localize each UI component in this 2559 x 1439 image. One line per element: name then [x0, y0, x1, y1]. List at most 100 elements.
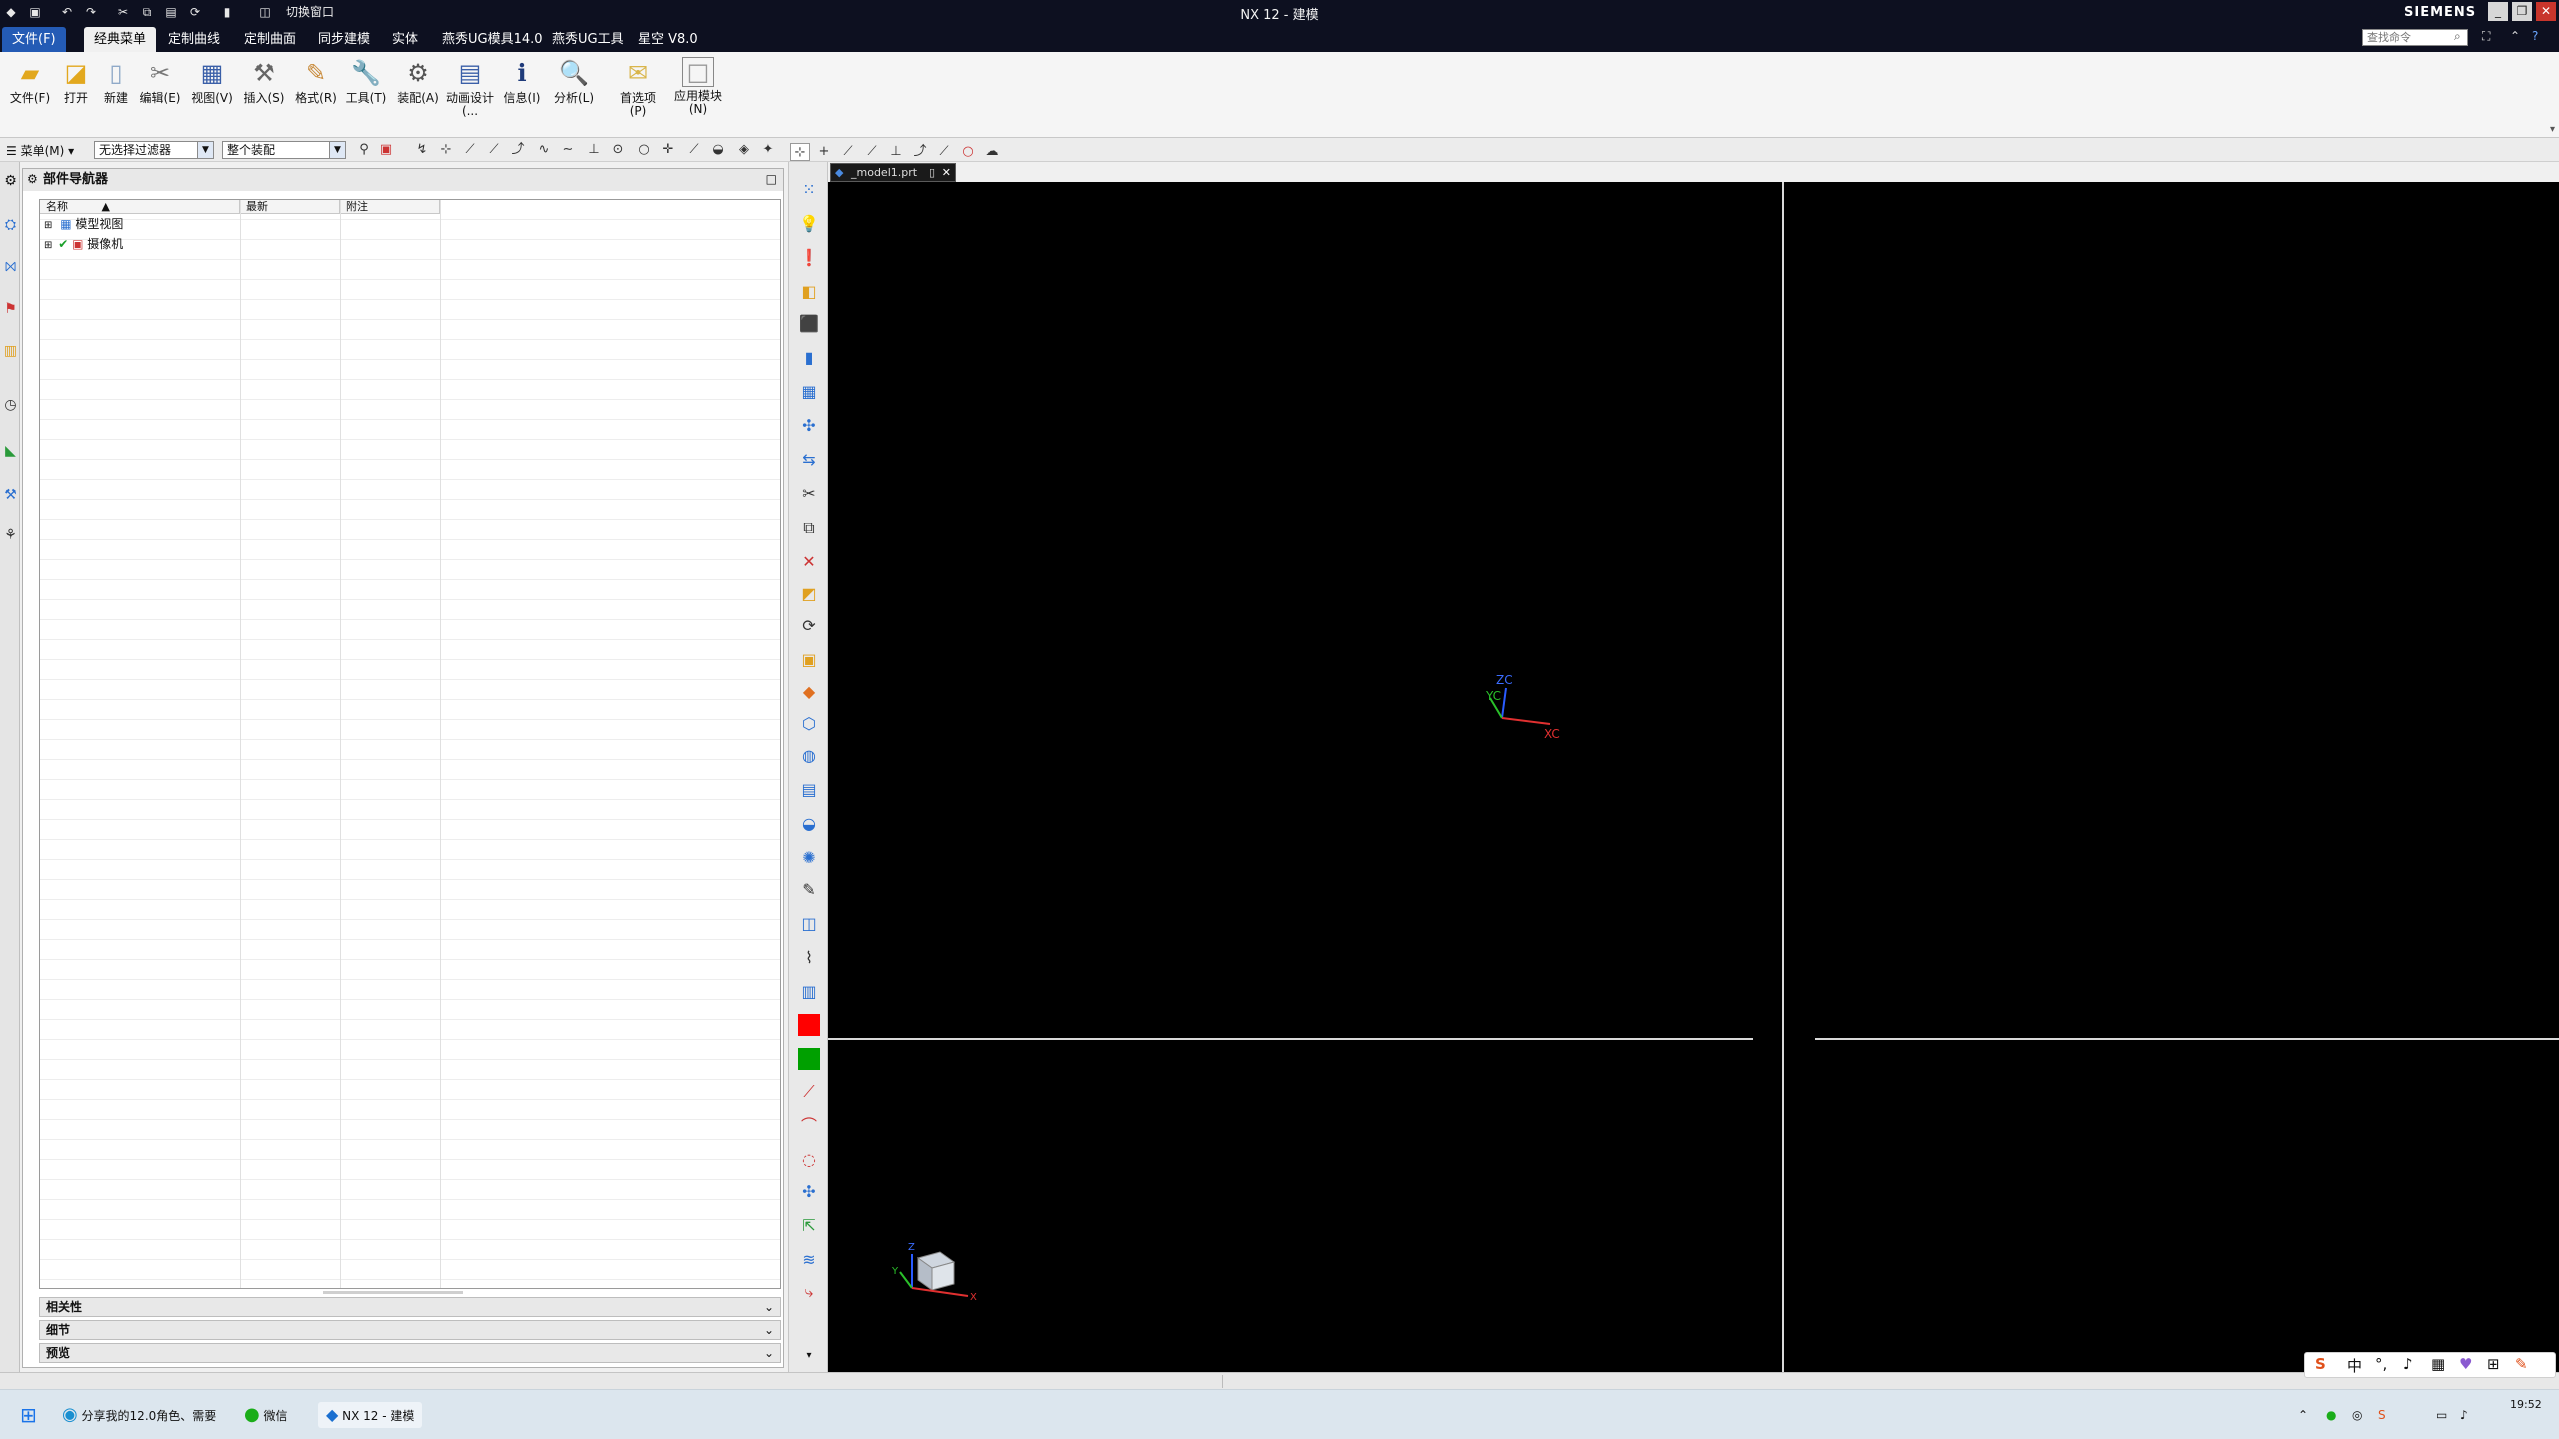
- navigator-settings-icon[interactable]: ⚙: [27, 172, 38, 186]
- extract-curve-icon[interactable]: ⇱: [797, 1214, 821, 1238]
- column-header-uptodate[interactable]: 最新: [240, 200, 340, 214]
- document-tab[interactable]: ◆ _model1.prt ▯ ✕: [830, 163, 956, 182]
- snap-point-icon[interactable]: ⊹: [436, 141, 456, 159]
- snap-point-toggle-icon[interactable]: ⊹: [790, 143, 810, 161]
- line-icon[interactable]: ⟋: [797, 1080, 821, 1104]
- bridge-curve-icon[interactable]: ⤷: [797, 1280, 821, 1304]
- select-all-icon[interactable]: ▣: [376, 141, 396, 159]
- toolbar-more-icon[interactable]: ▾: [797, 1344, 821, 1368]
- tray-speaker-icon[interactable]: ♪: [2460, 1402, 2468, 1428]
- circle-snap-icon[interactable]: ○: [958, 143, 978, 161]
- skin-icon[interactable]: ♥: [2459, 1355, 2472, 1373]
- color-red-icon[interactable]: [798, 1014, 820, 1036]
- ribbon-options-icon[interactable]: ▾: [2550, 124, 2555, 135]
- view-divider-horizontal-right[interactable]: [1815, 1038, 2559, 1040]
- taskbar-item-nx[interactable]: ◆ NX 12 - 建模: [318, 1402, 423, 1428]
- cloud-snap-icon[interactable]: ☁: [982, 143, 1002, 161]
- blend-icon[interactable]: ✺: [797, 846, 821, 870]
- toolbox-icon[interactable]: ⊞: [2487, 1355, 2500, 1373]
- trim-icon[interactable]: ✂: [797, 482, 821, 506]
- plus-icon[interactable]: +: [814, 143, 834, 161]
- mid-point-icon[interactable]: ⟋: [484, 141, 504, 159]
- surface-point-icon[interactable]: ◒: [708, 141, 728, 159]
- tray-network-icon[interactable]: ◎: [2352, 1402, 2362, 1428]
- ribbon-analysis-button[interactable]: 🔍 分析(L): [548, 57, 600, 105]
- tube-icon[interactable]: ◍: [797, 744, 821, 768]
- maximize-panel-icon[interactable]: □: [766, 172, 777, 186]
- close-icon[interactable]: ✕: [2536, 2, 2556, 21]
- ribbon-insert-button[interactable]: ⚒ 插入(S): [238, 57, 290, 105]
- search-icon[interactable]: ⌕: [2454, 29, 2468, 45]
- snap-icon[interactable]: ↯: [412, 141, 432, 159]
- assembly-navigator-icon[interactable]: ⛭: [2, 212, 19, 238]
- graphics-viewport[interactable]: ZC YC XC Z Y X: [828, 182, 2559, 1372]
- ribbon-animation-button[interactable]: ▤ 动画设计(...: [444, 57, 496, 118]
- chinese-mode-icon[interactable]: 中: [2347, 1355, 2362, 1376]
- tab-sync-modeling[interactable]: 同步建模: [308, 27, 380, 52]
- section-icon[interactable]: ▥: [797, 980, 821, 1004]
- tree-row-camera[interactable]: ⊞ ✔ ▣ 摄像机: [40, 234, 240, 254]
- tab-classic-menu[interactable]: 经典菜单: [84, 27, 157, 52]
- arc-center-icon[interactable]: ⊙: [608, 141, 628, 159]
- plus-point-icon[interactable]: ✛: [658, 141, 678, 159]
- microphone-icon[interactable]: ♪: [2403, 1355, 2413, 1373]
- column-header-note[interactable]: 附注: [340, 200, 440, 214]
- reuse-library-icon[interactable]: ▥: [2, 338, 19, 364]
- view-divider-horizontal-left[interactable]: [828, 1038, 1753, 1040]
- block-icon[interactable]: ⬛: [797, 312, 821, 336]
- tab-custom-surface[interactable]: 定制曲面: [234, 27, 306, 52]
- ribbon-edit-button[interactable]: ✂ 编辑(E): [134, 57, 186, 105]
- sweep-icon[interactable]: ⟳: [797, 614, 821, 638]
- system-materials-icon[interactable]: ◣: [2, 438, 19, 464]
- tree-row-model-views[interactable]: ⊞ ▦ 模型视图: [40, 214, 240, 234]
- taskbar-clock[interactable]: 19:52: [2510, 1398, 2542, 1424]
- section-dependencies[interactable]: 相关性 ⌄: [39, 1297, 781, 1317]
- scope-select[interactable]: 整个装配 ▼: [222, 141, 346, 159]
- tab-solid[interactable]: 实体: [382, 27, 428, 52]
- mirror-icon[interactable]: ⇆: [797, 448, 821, 472]
- color-green-icon[interactable]: [798, 1048, 820, 1070]
- menu-button[interactable]: ☰ 菜单(M) ▾: [6, 142, 74, 159]
- surface-icon[interactable]: ◫: [797, 912, 821, 936]
- box-icon[interactable]: ◧: [797, 280, 821, 304]
- sogou-logo-icon[interactable]: S: [2315, 1355, 2326, 1373]
- section-details[interactable]: 细节 ⌄: [39, 1320, 781, 1340]
- tangent-icon[interactable]: ⤴: [910, 143, 930, 161]
- windows-start-icon[interactable]: ⊞: [20, 1402, 37, 1428]
- delete-face-icon[interactable]: ✕: [797, 550, 821, 574]
- tab-xingkong[interactable]: 星空 V8.0: [628, 27, 708, 52]
- extrude-icon[interactable]: ▣: [797, 648, 821, 672]
- line-point-icon[interactable]: ⟋: [684, 141, 704, 159]
- taskbar-item-wechat[interactable]: ● 微信: [244, 1402, 288, 1428]
- ribbon-preferences-button[interactable]: ✉ 首选项(P): [612, 57, 664, 118]
- process-studio-icon[interactable]: ⚒: [2, 482, 19, 508]
- history-icon[interactable]: ◷: [2, 392, 19, 418]
- type-filter-select[interactable]: 无选择过滤器 ▼: [94, 141, 214, 159]
- column-header-name[interactable]: 名称 ▲: [40, 200, 240, 214]
- restore-icon[interactable]: ❐: [2512, 2, 2532, 21]
- ribbon-file-button[interactable]: ▰ 文件(F): [4, 57, 56, 105]
- end-point-icon[interactable]: ⟋: [460, 141, 480, 159]
- command-search-input[interactable]: [2362, 29, 2468, 46]
- pattern-icon[interactable]: ▦: [797, 380, 821, 404]
- thicken-icon[interactable]: ▤: [797, 778, 821, 802]
- offset-curve-icon[interactable]: ≋: [797, 1248, 821, 1272]
- roles-icon[interactable]: ⚘: [2, 522, 19, 548]
- expand-icon[interactable]: ⊞: [44, 240, 52, 251]
- tab-yanxiu-tools[interactable]: 燕秀UG工具: [542, 27, 634, 52]
- tray-ime-icon[interactable]: S: [2378, 1402, 2386, 1428]
- grid-icon[interactable]: ⁙: [797, 178, 821, 202]
- tray-overflow-icon[interactable]: ⌃: [2298, 1402, 2308, 1428]
- line-snap-icon[interactable]: ⟋: [934, 143, 954, 161]
- intersection-icon[interactable]: ∿: [534, 141, 554, 159]
- sketch-icon[interactable]: ✎: [797, 878, 821, 902]
- pin-tab-icon[interactable]: ▯: [929, 164, 935, 181]
- end-point-snap-icon[interactable]: ⟋: [838, 143, 858, 161]
- fullscreen-icon[interactable]: ⛶: [2482, 29, 2490, 44]
- shell-icon[interactable]: ◒: [797, 812, 821, 836]
- section-preview[interactable]: 预览 ⌄: [39, 1343, 781, 1363]
- alert-icon[interactable]: ❗: [797, 246, 821, 270]
- minimize-icon[interactable]: _: [2488, 2, 2508, 21]
- punctuation-icon[interactable]: °,: [2375, 1355, 2387, 1373]
- hole-icon[interactable]: ⬡: [797, 712, 821, 736]
